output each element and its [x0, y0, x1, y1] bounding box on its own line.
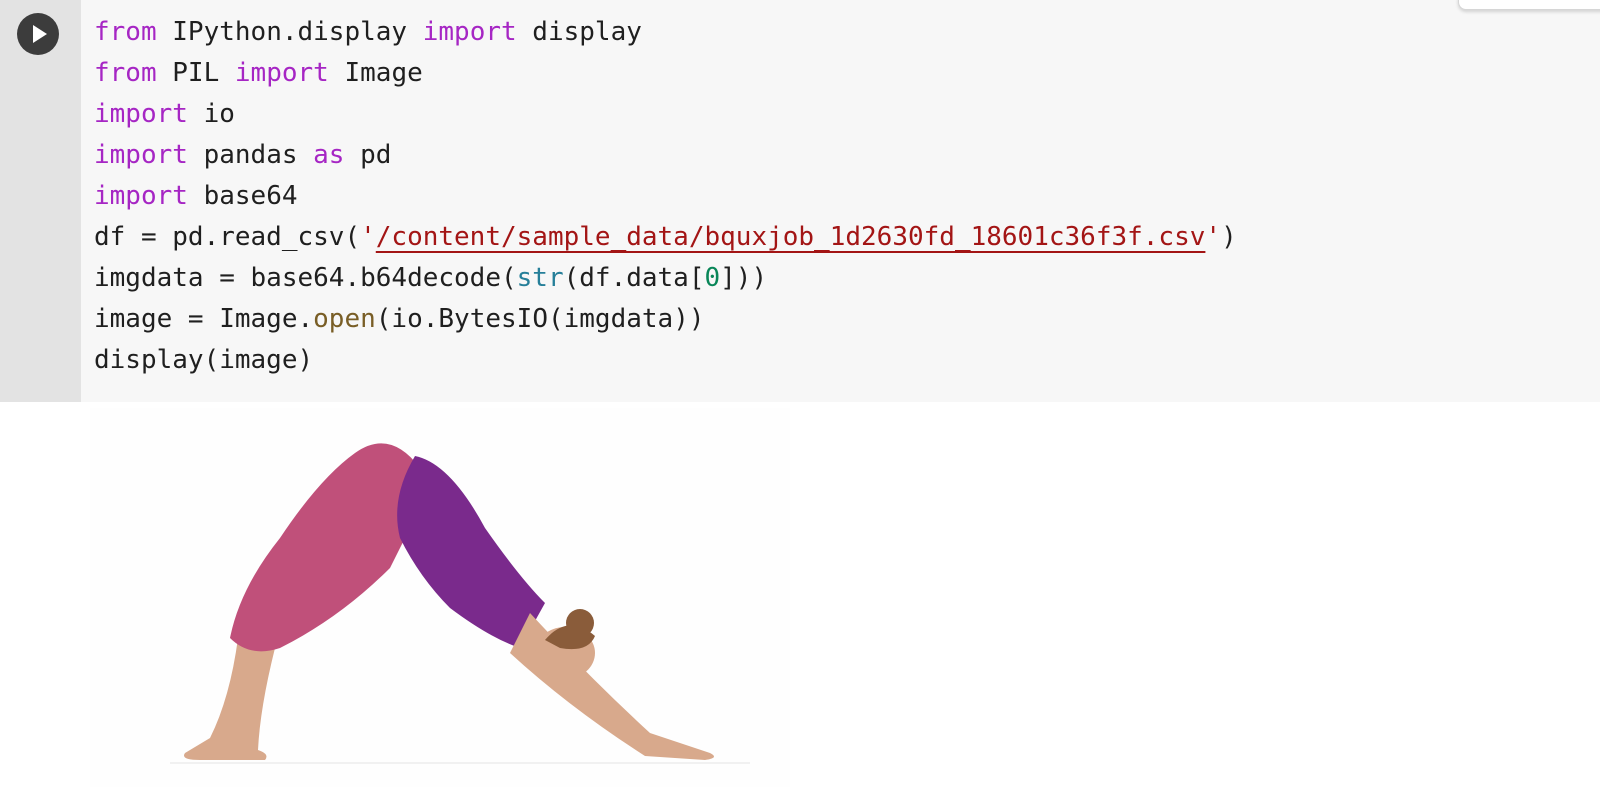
code-token: PIL	[156, 58, 235, 88]
code-token: import	[422, 17, 517, 47]
code-token: import	[94, 181, 188, 211]
code-token: '	[360, 222, 376, 252]
code-token: 0	[704, 263, 721, 293]
cell-output	[90, 408, 790, 787]
code-line[interactable]: import pandas as pd	[94, 135, 1237, 176]
code-line[interactable]: import base64	[94, 176, 1237, 217]
arms	[510, 613, 714, 760]
file-path-link[interactable]: /content/sample_data/bquxjob_1d2630fd_18…	[376, 222, 1206, 252]
cell-toolbar	[1458, 0, 1600, 10]
code-token: from	[94, 17, 157, 47]
tank-top	[397, 456, 545, 648]
code-token: import	[94, 99, 188, 129]
code-token: as	[313, 140, 345, 170]
code-line[interactable]: imgdata = base64.b64decode(str(df.data[0…	[94, 258, 1237, 299]
rear-calf	[184, 638, 275, 760]
code-token: base64	[187, 181, 298, 211]
code-token: str	[516, 263, 564, 293]
code-line[interactable]: image = Image.open(io.BytesIO(imgdata))	[94, 299, 1237, 340]
code-line[interactable]: from PIL import Image	[94, 53, 1237, 94]
code-token: (io.BytesIO(imgdata))	[375, 304, 705, 334]
run-cell-button[interactable]	[17, 13, 59, 55]
code-token: IPython.display	[156, 17, 423, 47]
code-token: open	[313, 304, 376, 334]
code-token: pd	[344, 140, 392, 170]
play-icon	[33, 25, 47, 43]
code-token: ]))	[720, 263, 768, 293]
code-token: io	[187, 99, 235, 129]
code-line[interactable]: import io	[94, 94, 1237, 135]
code-token: display(image)	[94, 345, 314, 375]
code-token: imgdata = base64.b64decode(	[94, 263, 517, 293]
code-token: pandas	[187, 140, 314, 170]
code-token: import	[94, 140, 188, 170]
code-cell: from IPython.display import display from …	[0, 0, 1600, 402]
code-token: image = Image.	[94, 304, 314, 334]
code-editor[interactable]: from IPython.display import display from …	[94, 12, 1237, 381]
code-token: '	[1205, 222, 1222, 252]
code-token: display	[516, 17, 642, 47]
code-line[interactable]: from IPython.display import display	[94, 12, 1237, 53]
code-line[interactable]: display(image)	[94, 340, 1237, 381]
code-token: )	[1221, 222, 1237, 252]
code-line[interactable]: df = pd.read_csv('/content/sample_data/b…	[94, 217, 1237, 258]
output-image	[170, 443, 750, 764]
leggings	[230, 443, 424, 652]
cell-gutter	[0, 0, 81, 402]
code-token: (df.data[	[563, 263, 705, 293]
code-token: from	[94, 58, 157, 88]
code-token: df = pd.read_csv(	[94, 222, 361, 252]
code-token: import	[234, 58, 329, 88]
code-token: Image	[328, 58, 423, 88]
